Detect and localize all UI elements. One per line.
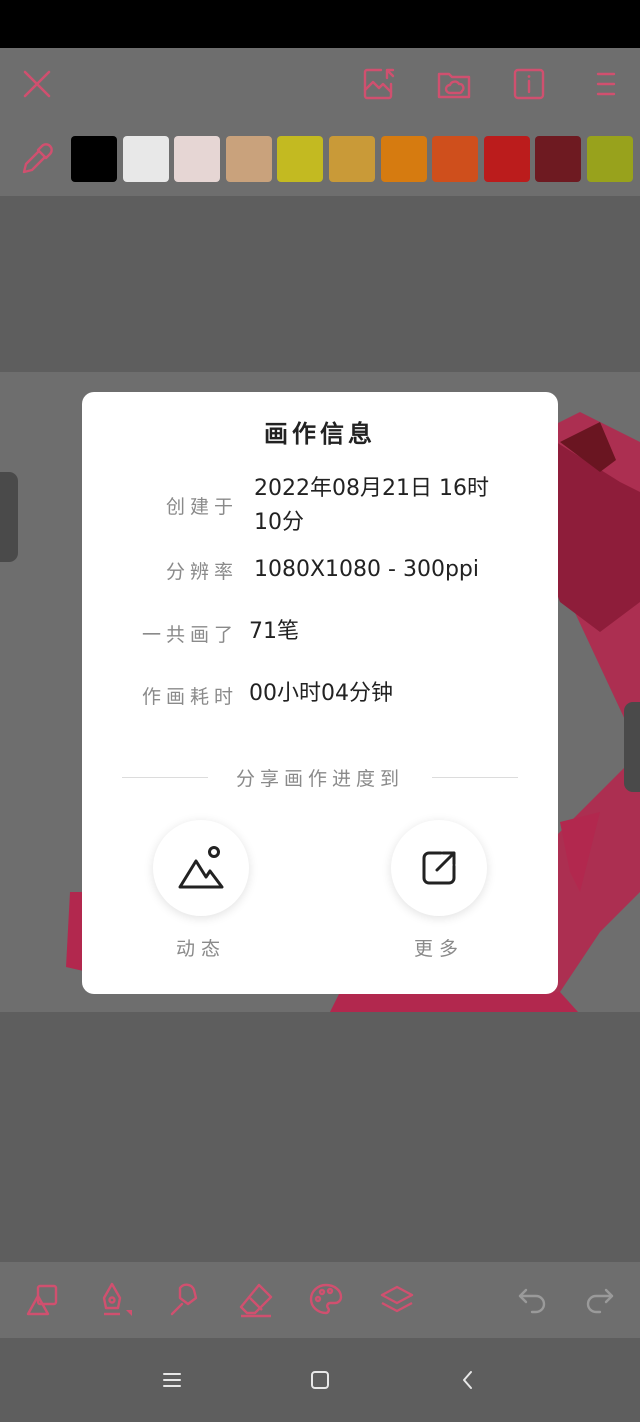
import-image-icon [363, 68, 395, 100]
smudge-tool-button[interactable] [164, 1280, 204, 1320]
recents-button[interactable] [154, 1362, 190, 1398]
palette-icon [309, 1283, 343, 1315]
close-button[interactable] [17, 64, 57, 104]
undo-icon [518, 1288, 546, 1314]
shapes-icon [26, 1284, 58, 1316]
pen-icon [102, 1282, 132, 1316]
dialog-title: 画作信息 [264, 420, 376, 448]
color-swatch[interactable] [329, 136, 375, 182]
back-button[interactable] [450, 1362, 486, 1398]
info-button[interactable] [509, 64, 549, 104]
info-icon [513, 68, 545, 100]
created-value: 2022年08月21日 16时10分 [254, 476, 489, 535]
duration-label: 作画耗时 [141, 686, 238, 708]
color-swatch[interactable] [535, 136, 581, 182]
smudge-icon [170, 1283, 198, 1316]
color-palette-button[interactable] [306, 1280, 346, 1320]
strokes-value: 71笔 [249, 619, 299, 644]
cloud-folder-button[interactable] [434, 64, 474, 104]
color-swatch[interactable] [587, 136, 633, 182]
resolution-value: 1080X1080 - 300ppi [254, 557, 480, 582]
undo-button[interactable] [512, 1280, 552, 1320]
eyedropper-icon [22, 143, 53, 174]
menu-button[interactable] [584, 64, 624, 104]
left-slider-handle[interactable] [0, 472, 18, 562]
resolution-label: 分辨率 [165, 561, 238, 583]
color-swatch[interactable] [71, 136, 117, 182]
bottom-toolbar [0, 1262, 640, 1338]
system-nav-bar [0, 1338, 640, 1422]
home-icon [311, 1371, 329, 1389]
eraser-icon [239, 1283, 273, 1318]
home-button[interactable] [302, 1362, 338, 1398]
top-toolbar [0, 48, 640, 120]
share-more-label: 更多 [413, 938, 464, 960]
share-more-button[interactable] [391, 820, 487, 916]
color-palette-bar [0, 120, 640, 196]
close-icon [23, 70, 51, 98]
color-swatch[interactable] [432, 136, 478, 182]
share-moments-label: 动态 [175, 938, 226, 960]
share-heading: 分享画作进度到 [235, 768, 404, 790]
redo-button[interactable] [580, 1280, 620, 1320]
redo-icon [586, 1288, 614, 1314]
mountain-image-icon [178, 846, 224, 889]
shapes-tool-button[interactable] [22, 1280, 62, 1320]
strokes-label: 一共画了 [141, 624, 238, 646]
color-swatch[interactable] [226, 136, 272, 182]
created-label: 创建于 [165, 496, 238, 518]
cloud-folder-icon [437, 72, 471, 99]
duration-value: 00小时04分钟 [249, 681, 393, 706]
back-icon [463, 1371, 472, 1389]
status-bar [0, 0, 640, 48]
color-swatch[interactable] [174, 136, 220, 182]
import-image-button[interactable] [359, 64, 399, 104]
pen-tool-button[interactable] [94, 1280, 134, 1320]
color-swatch[interactable] [381, 136, 427, 182]
color-swatch[interactable] [484, 136, 530, 182]
recents-icon [163, 1373, 181, 1387]
layers-button[interactable] [377, 1280, 417, 1320]
external-link-icon [422, 851, 456, 885]
share-moments-button[interactable] [153, 820, 249, 916]
color-swatch[interactable] [123, 136, 169, 182]
layers-icon [380, 1285, 414, 1313]
eyedropper-button[interactable] [18, 138, 58, 178]
color-swatch[interactable] [277, 136, 323, 182]
menu-icon [596, 72, 616, 96]
eraser-tool-button[interactable] [236, 1280, 276, 1320]
